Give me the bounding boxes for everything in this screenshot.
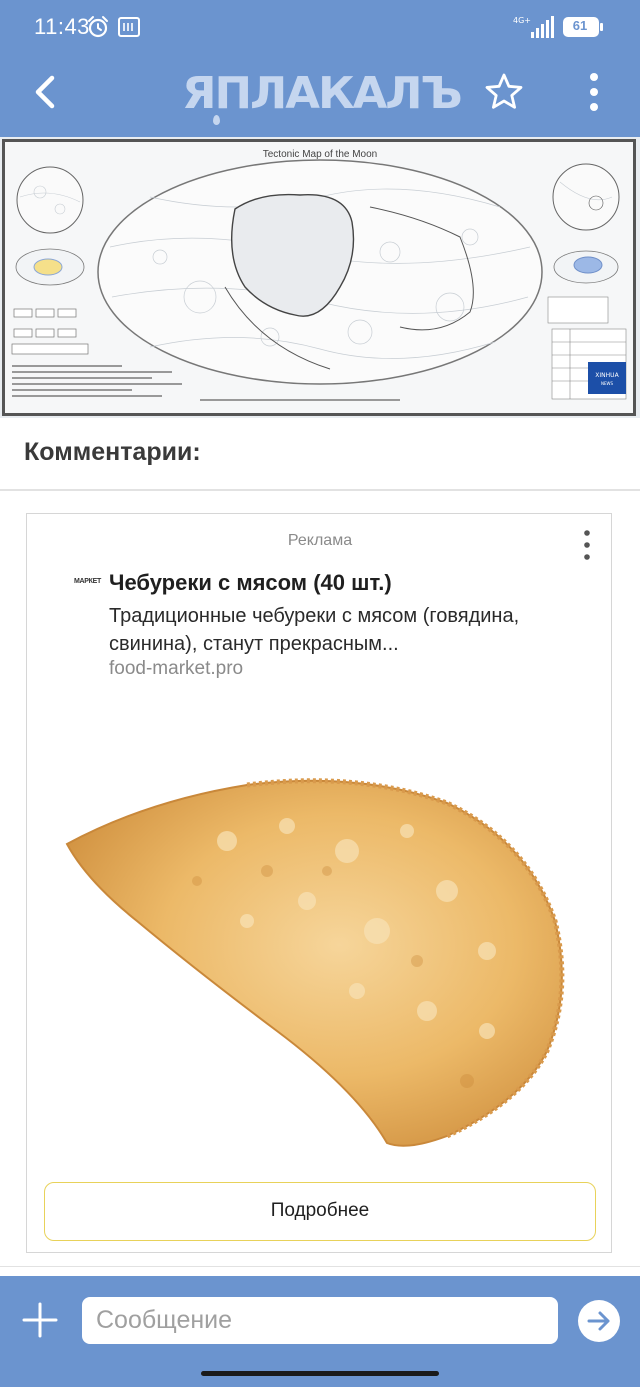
navigation-bar: ЯПЛАКАЛЪ bbox=[0, 56, 640, 137]
advertiser-favicon: МАРКЕТ bbox=[74, 578, 101, 592]
svg-text:NEWS: NEWS bbox=[601, 381, 613, 386]
battery-level: 61 bbox=[572, 18, 588, 33]
ad-options-button[interactable] bbox=[575, 528, 599, 562]
alarm-icon bbox=[88, 16, 108, 38]
battery-icon: 61 bbox=[562, 16, 604, 38]
screenshot-icon bbox=[118, 17, 140, 37]
comments-title: Комментарии: bbox=[24, 438, 201, 466]
home-indicator[interactable] bbox=[201, 1371, 439, 1376]
divider bbox=[0, 1266, 640, 1267]
ad-card: Реклама МАРКЕТ Чебуреки с мясом (40 шт.)… bbox=[26, 513, 612, 1253]
arrow-right-icon bbox=[587, 1311, 610, 1331]
ad-product-image[interactable] bbox=[27, 731, 611, 1171]
message-input[interactable] bbox=[82, 1297, 558, 1344]
back-button[interactable] bbox=[24, 70, 68, 114]
favicon-text: МАРКЕТ bbox=[74, 578, 101, 585]
divider bbox=[0, 489, 640, 491]
signal-icon: 4G+ bbox=[513, 16, 554, 38]
post-image[interactable]: XINHUA NEWS Tectonic Map of the Moon bbox=[0, 137, 640, 418]
compose-bar bbox=[0, 1276, 640, 1387]
logo-drop-icon bbox=[213, 115, 220, 125]
favorite-star-button[interactable] bbox=[482, 70, 526, 114]
svg-text:XINHUA: XINHUA bbox=[595, 372, 619, 379]
site-logo[interactable]: ЯПЛАКАЛЪ bbox=[182, 68, 463, 125]
ad-label: Реклама bbox=[287, 532, 353, 549]
send-button[interactable] bbox=[578, 1300, 620, 1342]
top-app-bar: 11:43 4G+ 61 ЯПЛАКАЛЪ bbox=[0, 0, 640, 137]
ad-title[interactable]: Чебуреки с мясом (40 шт.) bbox=[109, 570, 392, 596]
moon-map-illustration: XINHUA NEWS bbox=[11, 159, 627, 401]
map-title: Tectonic Map of the Moon bbox=[262, 149, 378, 160]
status-time: 11:43 bbox=[34, 14, 90, 39]
network-type: 4G+ bbox=[513, 16, 531, 25]
status-bar: 11:43 4G+ 61 bbox=[0, 0, 640, 56]
ad-description: Традиционные чебуреки с мясом (говядина,… bbox=[109, 605, 520, 655]
ad-domain-link[interactable]: food-market.pro bbox=[109, 658, 243, 680]
chebureki-illustration bbox=[65, 778, 565, 1147]
logo-text: ЯПЛАКАЛЪ bbox=[182, 68, 463, 119]
ad-more-button[interactable]: Подробнее bbox=[44, 1182, 596, 1241]
add-attachment-button[interactable] bbox=[20, 1300, 60, 1340]
overflow-menu-button[interactable] bbox=[572, 70, 616, 114]
